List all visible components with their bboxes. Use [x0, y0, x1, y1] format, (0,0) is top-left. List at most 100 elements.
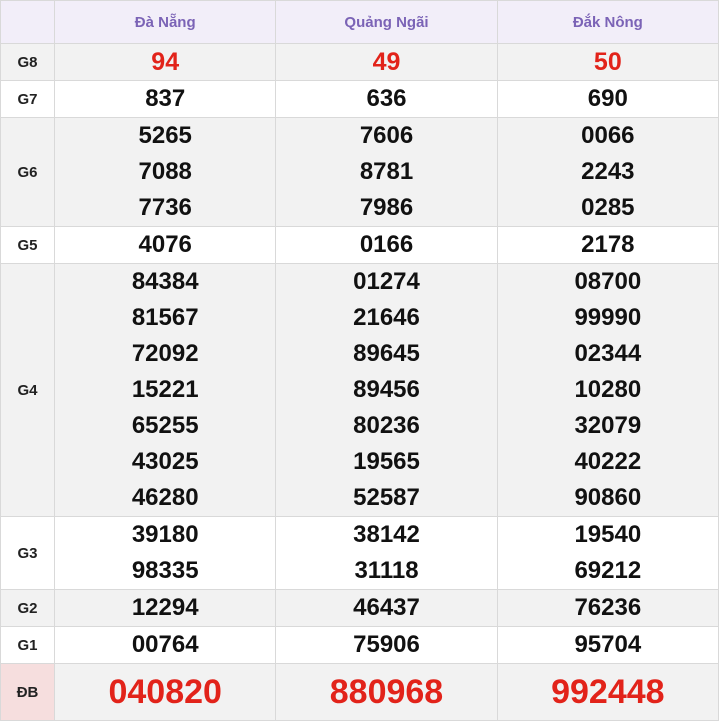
- prize-number[interactable]: 636: [276, 81, 496, 117]
- prize-row-g8: G8 94 49 50: [0, 43, 719, 81]
- prize-number[interactable]: 89645: [276, 336, 496, 372]
- prize-cell: 4076: [54, 226, 277, 264]
- prize-number[interactable]: 2178: [498, 227, 718, 263]
- prize-row-g5: G5 4076 0166 2178: [0, 226, 719, 264]
- prize-number[interactable]: 19540: [498, 517, 718, 553]
- prize-cell: 76236: [496, 589, 719, 627]
- prize-row-db: ĐB 040820 880968 992448: [0, 663, 719, 721]
- prize-row-g2: G2 12294 46437 76236: [0, 589, 719, 627]
- prize-label: ĐB: [0, 663, 56, 721]
- prize-row-g7: G7 837 636 690: [0, 80, 719, 118]
- prize-number[interactable]: 38142: [276, 517, 496, 553]
- prize-cell: 00764: [54, 626, 277, 664]
- prize-number[interactable]: 50: [498, 44, 718, 80]
- prize-number[interactable]: 19565: [276, 444, 496, 480]
- prize-number[interactable]: 69212: [498, 553, 718, 589]
- prize-number[interactable]: 32079: [498, 408, 718, 444]
- prize-number[interactable]: 39180: [55, 517, 275, 553]
- prize-number[interactable]: 2243: [498, 154, 718, 190]
- prize-number[interactable]: 46437: [276, 590, 496, 626]
- prize-number[interactable]: 5265: [55, 118, 275, 154]
- header-province-2[interactable]: Quảng Ngãi: [275, 0, 498, 44]
- prize-number[interactable]: 90860: [498, 480, 718, 516]
- prize-cell: 08700 99990 02344 10280 32079 40222 90860: [496, 263, 719, 517]
- prize-number[interactable]: 12294: [55, 590, 275, 626]
- prize-label: G8: [0, 43, 56, 81]
- header-row: Đà Nẵng Quảng Ngãi Đắk Nông: [0, 0, 719, 44]
- prize-label: G2: [0, 589, 56, 627]
- prize-number[interactable]: 7088: [55, 154, 275, 190]
- prize-number[interactable]: 01274: [276, 264, 496, 300]
- prize-label: G6: [0, 117, 56, 227]
- prize-cell: 94: [54, 43, 277, 81]
- prize-cell: 7606 8781 7986: [275, 117, 498, 227]
- prize-number[interactable]: 15221: [55, 372, 275, 408]
- prize-number[interactable]: 837: [55, 81, 275, 117]
- prize-cell: 95704: [496, 626, 719, 664]
- prize-number[interactable]: 80236: [276, 408, 496, 444]
- prize-label: G3: [0, 516, 56, 590]
- prize-number[interactable]: 00764: [55, 627, 275, 663]
- prize-label: G4: [0, 263, 56, 517]
- prize-number[interactable]: 49: [276, 44, 496, 80]
- prize-number[interactable]: 46280: [55, 480, 275, 516]
- header-province-3[interactable]: Đắk Nông: [496, 0, 719, 44]
- header-corner: [0, 0, 56, 44]
- prize-number[interactable]: 84384: [55, 264, 275, 300]
- prize-number[interactable]: 75906: [276, 627, 496, 663]
- prize-row-g1: G1 00764 75906 95704: [0, 626, 719, 664]
- prize-number[interactable]: 95704: [498, 627, 718, 663]
- prize-cell: 84384 81567 72092 15221 65255 43025 46280: [54, 263, 277, 517]
- prize-cell: 50: [496, 43, 719, 81]
- header-province-1[interactable]: Đà Nẵng: [54, 0, 277, 44]
- prize-cell: 49: [275, 43, 498, 81]
- prize-number[interactable]: 89456: [276, 372, 496, 408]
- prize-number[interactable]: 76236: [498, 590, 718, 626]
- prize-number[interactable]: 31118: [276, 553, 496, 589]
- prize-number[interactable]: 10280: [498, 372, 718, 408]
- prize-cell: 2178: [496, 226, 719, 264]
- prize-cell: 01274 21646 89645 89456 80236 19565 52587: [275, 263, 498, 517]
- prize-number[interactable]: 98335: [55, 553, 275, 589]
- prize-cell: 636: [275, 80, 498, 118]
- prize-cell: 19540 69212: [496, 516, 719, 590]
- prize-cell: 0066 2243 0285: [496, 117, 719, 227]
- prize-number[interactable]: 0066: [498, 118, 718, 154]
- prize-number[interactable]: 43025: [55, 444, 275, 480]
- prize-cell: 992448: [496, 663, 719, 721]
- results-body: G8 94 49 50 G7 837 636 690 G6 5265 7088 7736 7606 878…: [0, 43, 719, 721]
- prize-number[interactable]: 21646: [276, 300, 496, 336]
- prize-number[interactable]: 7986: [276, 190, 496, 226]
- prize-number[interactable]: 0285: [498, 190, 718, 226]
- prize-cell: 75906: [275, 626, 498, 664]
- prize-cell: 690: [496, 80, 719, 118]
- prize-number[interactable]: 81567: [55, 300, 275, 336]
- prize-cell: 39180 98335: [54, 516, 277, 590]
- prize-number[interactable]: 8781: [276, 154, 496, 190]
- prize-number[interactable]: 992448: [498, 674, 718, 710]
- prize-number[interactable]: 52587: [276, 480, 496, 516]
- prize-number[interactable]: 040820: [55, 674, 275, 710]
- prize-row-g3: G3 39180 98335 38142 31118 19540 69212: [0, 516, 719, 590]
- prize-number[interactable]: 02344: [498, 336, 718, 372]
- prize-row-g4: G4 84384 81567 72092 15221 65255 43025 46280 012…: [0, 263, 719, 517]
- prize-number[interactable]: 0166: [276, 227, 496, 263]
- prize-number[interactable]: 880968: [276, 674, 496, 710]
- prize-number[interactable]: 4076: [55, 227, 275, 263]
- prize-number[interactable]: 94: [55, 44, 275, 80]
- prize-number[interactable]: 690: [498, 81, 718, 117]
- prize-cell: 880968: [275, 663, 498, 721]
- prize-label: G1: [0, 626, 56, 664]
- prize-number[interactable]: 65255: [55, 408, 275, 444]
- prize-cell: 0166: [275, 226, 498, 264]
- prize-cell: 837: [54, 80, 277, 118]
- lottery-results-table: Đà Nẵng Quảng Ngãi Đắk Nông G8 94 49 50 G7 83…: [0, 0, 719, 721]
- prize-number[interactable]: 7736: [55, 190, 275, 226]
- prize-number[interactable]: 72092: [55, 336, 275, 372]
- prize-number[interactable]: 08700: [498, 264, 718, 300]
- prize-cell: 46437: [275, 589, 498, 627]
- prize-number[interactable]: 40222: [498, 444, 718, 480]
- prize-row-g6: G6 5265 7088 7736 7606 8781 7986 0066 2243 0285: [0, 117, 719, 227]
- prize-number[interactable]: 99990: [498, 300, 718, 336]
- prize-number[interactable]: 7606: [276, 118, 496, 154]
